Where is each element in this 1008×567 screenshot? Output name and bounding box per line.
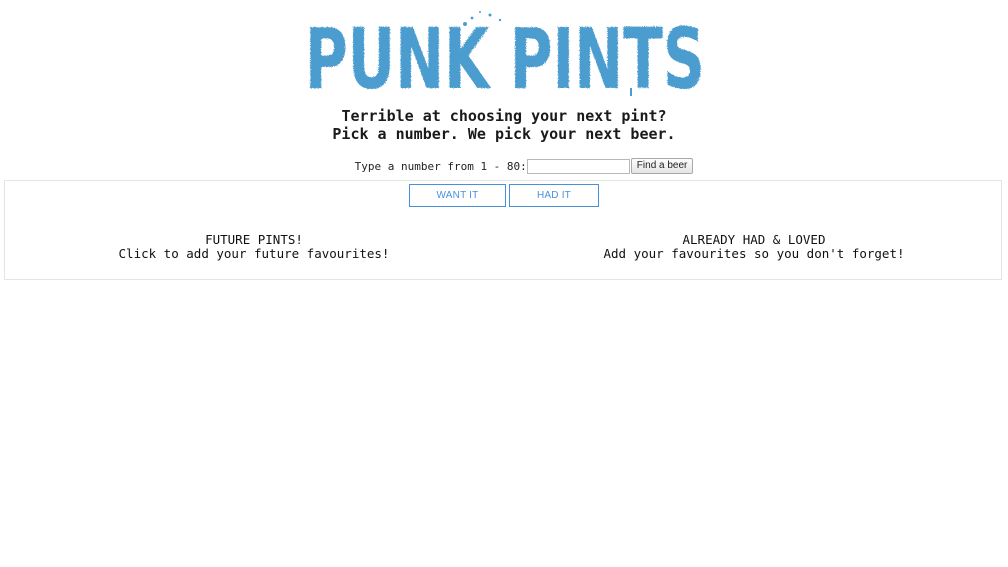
punk-pints-logo: PUNK PINTS (300, 6, 710, 98)
tagline-line-2: Pick a number. We pick your next beer. (332, 125, 676, 143)
logo-text: PUNK PINTS (305, 10, 705, 98)
already-had-title: ALREADY HAD & LOVED (682, 232, 826, 247)
future-pints-title: FUTURE PINTS! (205, 232, 303, 247)
logo-graphic: PUNK PINTS (305, 10, 705, 98)
beer-number-input[interactable] (526, 158, 630, 174)
already-had-subtitle: Add your favourites so you don't forget! (603, 246, 905, 261)
future-pints-subtitle: Click to add your future favourites! (118, 246, 390, 261)
number-prompt-label: Type a number from 1 - 80: (354, 159, 527, 173)
find-a-beer-button[interactable]: Find a beer (630, 158, 694, 174)
tagline: Terrible at choosing your next pint? Pic… (0, 107, 1008, 143)
future-pints-list: FUTURE PINTS! Click to add your future f… (5, 233, 503, 261)
want-it-button[interactable]: WANT IT (409, 184, 506, 207)
already-had-list: ALREADY HAD & LOVED Add your favourites … (505, 233, 1003, 261)
list-toggle-row: WANT IT HAD IT (5, 184, 1003, 207)
beer-search-form: Type a number from 1 - 80: Find a beer (0, 157, 1008, 175)
beer-lists-panel: WANT IT HAD IT FUTURE PINTS! Click to ad… (4, 180, 1002, 280)
tagline-line-1: Terrible at choosing your next pint? (341, 107, 667, 125)
had-it-button[interactable]: HAD IT (509, 184, 599, 207)
